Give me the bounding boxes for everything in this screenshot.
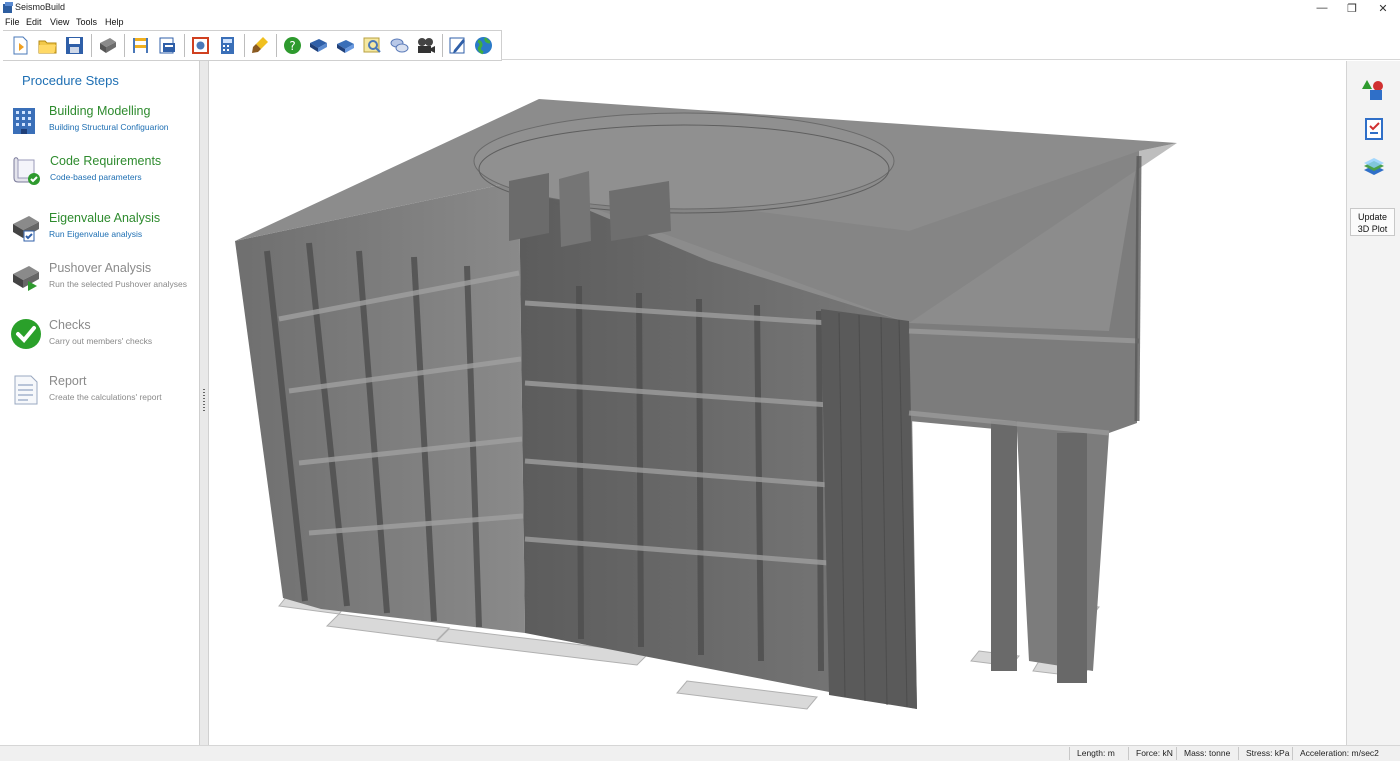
toolbar: ? bbox=[3, 30, 502, 61]
step-title: Checks bbox=[49, 318, 91, 332]
status-separator bbox=[1238, 747, 1239, 760]
user-manual-icon[interactable] bbox=[308, 35, 329, 56]
step-subtitle: Carry out members' checks bbox=[49, 336, 153, 346]
toolbar-separator bbox=[91, 34, 92, 57]
splitter-grip[interactable] bbox=[203, 389, 205, 413]
status-separator bbox=[1069, 747, 1070, 760]
update-label-line2: 3D Plot bbox=[1357, 224, 1388, 234]
update-3d-plot-button[interactable]: Update 3D Plot bbox=[1350, 208, 1395, 236]
paint-brush-icon[interactable] bbox=[250, 35, 271, 56]
menu-help[interactable]: Help bbox=[105, 17, 124, 27]
help-icon[interactable]: ? bbox=[282, 35, 303, 56]
step-subtitle: Create the calculations' report bbox=[49, 392, 162, 402]
status-bar: Length: m Force: kN Mass: tonne Stress: … bbox=[0, 745, 1400, 761]
3d-viewport[interactable] bbox=[209, 61, 1345, 745]
title-bar: SeismoBuild — ❐ ✕ bbox=[0, 0, 1400, 16]
shapes-icon[interactable] bbox=[1362, 78, 1386, 102]
pushover-icon bbox=[13, 266, 39, 291]
building-icon bbox=[13, 108, 35, 134]
window-title: SeismoBuild bbox=[15, 2, 66, 12]
print-preview-icon[interactable] bbox=[157, 35, 178, 56]
step-subtitle: Building Structural Configuarion bbox=[49, 122, 169, 132]
checklist-icon[interactable] bbox=[1362, 117, 1386, 141]
calculator-icon[interactable] bbox=[217, 35, 238, 56]
step-title: Report bbox=[49, 374, 87, 388]
app-logo-icon bbox=[3, 2, 13, 13]
toolbar-separator bbox=[184, 34, 185, 57]
restore-button[interactable]: ❐ bbox=[1335, 0, 1369, 16]
code-scroll-icon bbox=[13, 157, 40, 185]
panel-title: Procedure Steps bbox=[22, 73, 119, 88]
step-title: Eigenvalue Analysis bbox=[49, 211, 161, 225]
status-force: Force: kN bbox=[1136, 748, 1173, 758]
menu-view[interactable]: View bbox=[50, 17, 69, 27]
new-project-icon[interactable] bbox=[10, 35, 31, 56]
procedure-steps-panel: Procedure Steps Building Modelling Build… bbox=[0, 61, 200, 745]
status-separator bbox=[1176, 747, 1177, 760]
building-3d-model[interactable] bbox=[209, 61, 1345, 745]
edit-notes-icon[interactable] bbox=[447, 35, 468, 56]
step-subtitle: Run Eigenvalue analysis bbox=[49, 229, 143, 239]
save-icon[interactable] bbox=[64, 35, 85, 56]
step-subtitle: Run the selected Pushover analyses bbox=[49, 279, 187, 289]
feedback-chat-icon[interactable] bbox=[389, 35, 410, 56]
search-icon[interactable] bbox=[362, 35, 383, 56]
status-acceleration: Acceleration: m/sec2 bbox=[1300, 748, 1379, 758]
toolbar-separator bbox=[276, 34, 277, 57]
view-tools-panel: Update 3D Plot bbox=[1346, 61, 1400, 745]
open-folder-icon[interactable] bbox=[37, 35, 58, 56]
svg-text:?: ? bbox=[289, 39, 295, 53]
minimize-button[interactable]: — bbox=[1305, 0, 1339, 16]
toolbar-separator bbox=[442, 34, 443, 57]
settings-icon[interactable] bbox=[190, 35, 211, 56]
layers-icon[interactable] bbox=[1362, 156, 1386, 180]
close-button[interactable]: ✕ bbox=[1366, 0, 1400, 16]
status-stress: Stress: kPa bbox=[1246, 748, 1290, 758]
run-analysis-icon[interactable] bbox=[97, 35, 118, 56]
status-length: Length: m bbox=[1077, 748, 1115, 758]
website-globe-icon[interactable] bbox=[473, 35, 494, 56]
eigenvalue-icon bbox=[13, 216, 39, 242]
checkmark-icon bbox=[11, 319, 41, 349]
menu-tools[interactable]: Tools bbox=[76, 17, 97, 27]
menu-file[interactable]: File bbox=[5, 17, 20, 27]
report-icon bbox=[14, 375, 38, 405]
building-frame-icon[interactable] bbox=[130, 35, 151, 56]
update-label-line1: Update bbox=[1357, 212, 1388, 222]
menu-bar: File Edit View Tools Help bbox=[0, 16, 1400, 29]
step-subtitle: Code-based parameters bbox=[50, 172, 142, 182]
status-mass: Mass: tonne bbox=[1184, 748, 1231, 758]
panel-splitter[interactable] bbox=[200, 61, 209, 745]
status-separator bbox=[1128, 747, 1129, 760]
toolbar-divider bbox=[501, 59, 1400, 60]
toolbar-separator bbox=[244, 34, 245, 57]
status-separator bbox=[1292, 747, 1293, 760]
step-title: Code Requirements bbox=[50, 154, 162, 168]
video-tutorials-icon[interactable] bbox=[415, 35, 436, 56]
step-title: Building Modelling bbox=[49, 104, 151, 118]
toolbar-separator bbox=[124, 34, 125, 57]
step-title: Pushover Analysis bbox=[49, 261, 152, 275]
menu-edit[interactable]: Edit bbox=[26, 17, 42, 27]
tutorial-book-icon[interactable] bbox=[335, 35, 356, 56]
